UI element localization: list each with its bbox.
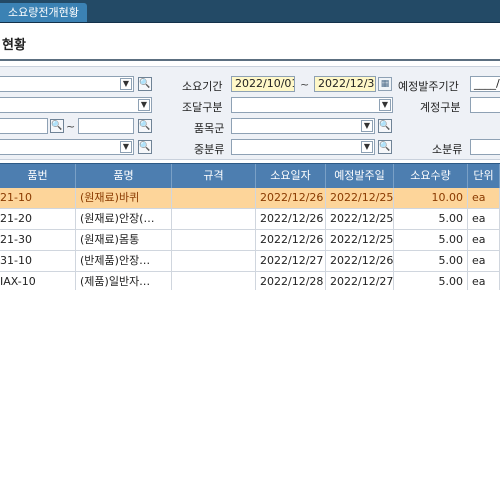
order-period-label: 예정발주기간 xyxy=(398,80,459,93)
cell-order-date: 2022/12/25 xyxy=(326,230,394,250)
chevron-down-icon: ▼ xyxy=(138,99,150,111)
chevron-down-icon: ▼ xyxy=(361,120,373,132)
cell-item-code: 21-10 xyxy=(0,188,76,208)
item-from-input[interactable] xyxy=(0,118,48,134)
item-to-input[interactable] xyxy=(78,118,134,134)
chevron-down-icon: ▼ xyxy=(361,141,373,153)
magnifier-icon[interactable]: 🔍 xyxy=(138,140,152,154)
mid-class-label: 중분류 xyxy=(194,143,225,156)
cell-unit: ea xyxy=(468,230,500,250)
tab-requirement-status[interactable]: 소요량전개현황 xyxy=(0,3,87,22)
period-label: 소요기간 xyxy=(182,80,223,93)
order-period-from-input[interactable]: ____/ xyxy=(470,76,500,92)
warehouse-select[interactable]: ▼ xyxy=(0,97,152,113)
cell-need-date: 2022/12/26 xyxy=(256,230,326,250)
mid-class-select[interactable]: ▼ xyxy=(231,139,375,155)
table-row[interactable]: 21-10 (원재료)바퀴 2022/12/26 2022/12/25 10.0… xyxy=(0,188,500,209)
cell-unit: ea xyxy=(468,209,500,229)
table-row[interactable]: 31-10 (반제품)안장… 2022/12/27 2022/12/26 5.0… xyxy=(0,251,500,272)
cell-spec xyxy=(172,272,256,292)
table-row[interactable]: 21-20 (원재료)안장(… 2022/12/26 2022/12/25 5.… xyxy=(0,209,500,230)
item-group-select[interactable]: ▼ xyxy=(231,118,375,134)
cell-item-name: (원재료)바퀴 xyxy=(76,188,172,208)
cell-unit: ea xyxy=(468,272,500,292)
page-title: 현황 xyxy=(2,38,26,53)
small-class-input[interactable] xyxy=(470,139,500,155)
grid-header: 품번 품명 규격 소요일자 예정발주일 소요수량 단위 xyxy=(0,163,500,189)
filter-row-2: ▼ 조달구분 ▼ 계정구분 xyxy=(0,95,500,117)
cell-spec xyxy=(172,230,256,250)
cell-order-date: 2022/12/26 xyxy=(326,251,394,271)
item-tilde: ~ xyxy=(66,120,76,133)
period-to-input[interactable]: 2022/12/31 xyxy=(314,76,376,92)
col-need-date[interactable]: 소요일자 xyxy=(256,164,326,188)
cell-need-date: 2022/12/26 xyxy=(256,209,326,229)
cell-qty: 5.00 xyxy=(394,209,468,229)
procure-label: 조달구분 xyxy=(182,101,223,114)
procure-select[interactable]: ▼ xyxy=(231,97,393,113)
cell-unit: ea xyxy=(468,188,500,208)
filter-row-1: ▼ 🔍 소요기간 2022/10/01 ~ 2022/12/31 ▦ 예정발주기… xyxy=(0,74,500,96)
cell-qty: 10.00 xyxy=(394,188,468,208)
magnifier-icon[interactable]: 🔍 xyxy=(378,119,392,133)
cell-need-date: 2022/12/27 xyxy=(256,251,326,271)
cell-item-code: 31-10 xyxy=(0,251,76,271)
table-row[interactable]: 21-30 (원재료)몸통 2022/12/26 2022/12/25 5.00… xyxy=(0,230,500,251)
cell-unit: ea xyxy=(468,251,500,271)
cell-qty: 5.00 xyxy=(394,272,468,292)
account-label: 계정구분 xyxy=(420,101,461,114)
factory-select[interactable]: ▼ xyxy=(0,76,134,92)
col-order-date[interactable]: 예정발주일 xyxy=(326,164,394,188)
cell-spec xyxy=(172,251,256,271)
cell-order-date: 2022/12/25 xyxy=(326,188,394,208)
cell-order-date: 2022/12/27 xyxy=(326,272,394,292)
cell-item-code: 21-20 xyxy=(0,209,76,229)
col-unit[interactable]: 단위 xyxy=(468,164,500,188)
col-spec[interactable]: 규격 xyxy=(172,164,256,188)
cell-item-code: 21-30 xyxy=(0,230,76,250)
large-class-select[interactable]: ▼ xyxy=(0,139,134,155)
period-from-input[interactable]: 2022/10/01 xyxy=(231,76,295,92)
cell-item-name: (원재료)안장(… xyxy=(76,209,172,229)
page-title-bar: 현황 xyxy=(0,23,500,61)
magnifier-icon[interactable]: 🔍 xyxy=(50,119,64,133)
item-group-label: 품목군 xyxy=(194,122,225,135)
account-input[interactable] xyxy=(470,97,500,113)
magnifier-icon[interactable]: 🔍 xyxy=(138,77,152,91)
magnifier-icon[interactable]: 🔍 xyxy=(378,140,392,154)
calendar-icon[interactable]: ▦ xyxy=(378,77,392,91)
small-class-label: 소분류 xyxy=(432,143,463,156)
cell-need-date: 2022/12/28 xyxy=(256,272,326,292)
col-item-name[interactable]: 품명 xyxy=(76,164,172,188)
cell-spec xyxy=(172,188,256,208)
cell-item-name: (원재료)몸통 xyxy=(76,230,172,250)
cell-qty: 5.00 xyxy=(394,251,468,271)
filter-row-4: ▼ 🔍 중분류 ▼ 🔍 소분류 xyxy=(0,137,500,159)
magnifier-icon[interactable]: 🔍 xyxy=(138,119,152,133)
cell-spec xyxy=(172,209,256,229)
grid-empty-area xyxy=(0,290,500,500)
cell-item-code: IAX-10 xyxy=(0,272,76,292)
chevron-down-icon: ▼ xyxy=(120,78,132,90)
col-qty[interactable]: 소요수량 xyxy=(394,164,468,188)
cell-item-name: (제품)일반자… xyxy=(76,272,172,292)
filter-panel: ▼ 🔍 소요기간 2022/10/01 ~ 2022/12/31 ▦ 예정발주기… xyxy=(0,66,500,160)
tab-strip: 소요량전개현황 xyxy=(0,0,500,23)
cell-order-date: 2022/12/25 xyxy=(326,209,394,229)
cell-need-date: 2022/12/26 xyxy=(256,188,326,208)
cell-qty: 5.00 xyxy=(394,230,468,250)
cell-item-name: (반제품)안장… xyxy=(76,251,172,271)
period-tilde: ~ xyxy=(300,78,310,91)
filter-row-3: ~ 🔍 🔍 품목군 ▼ 🔍 xyxy=(0,116,500,138)
chevron-down-icon: ▼ xyxy=(120,141,132,153)
chevron-down-icon: ▼ xyxy=(379,99,391,111)
col-item-code[interactable]: 품번 xyxy=(0,164,76,188)
